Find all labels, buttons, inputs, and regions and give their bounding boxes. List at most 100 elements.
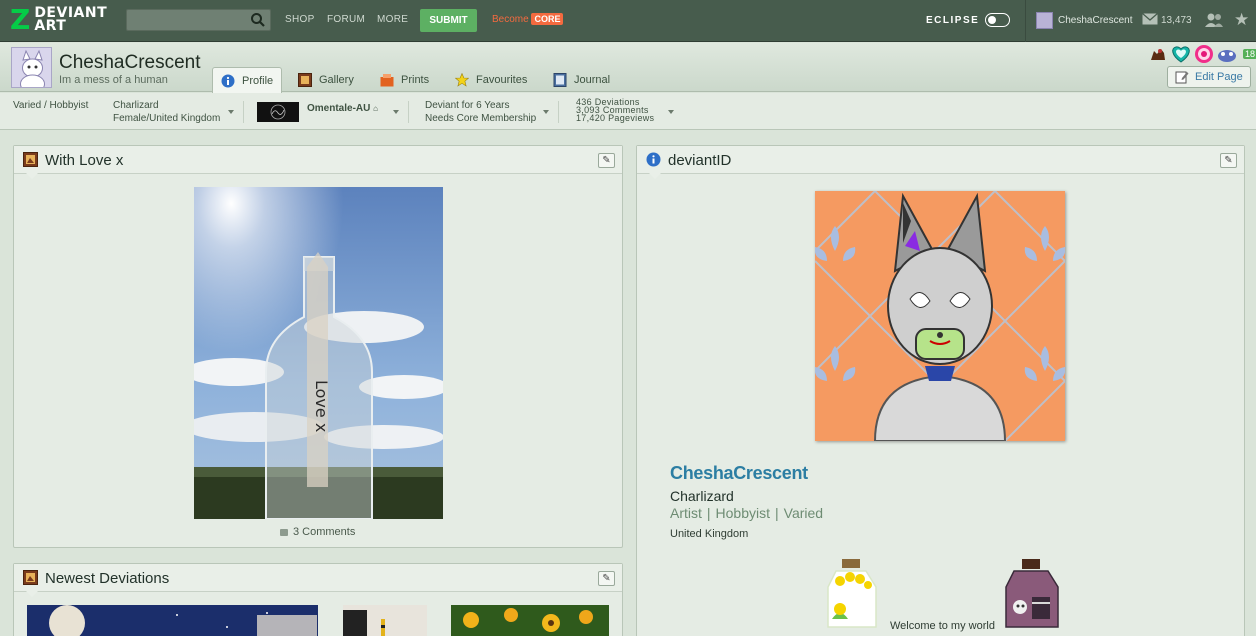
edit-page-button[interactable]: Edit Page [1167,66,1251,88]
deviantid-real-name: Charlizard [670,488,734,504]
stat-counts-block[interactable]: 436 Deviations 3,093 Comments 17,420 Pag… [576,98,654,123]
stat-core-membership: Needs Core Membership [425,113,537,124]
yellow-jar-icon [827,559,877,628]
stat-deviant-for: Deviant for 6 Years [425,100,510,111]
pencil-icon: ✎ [1224,155,1233,166]
watch-icon[interactable] [1204,12,1224,28]
chevron-down-icon[interactable] [393,110,399,114]
tab-journal[interactable]: Journal [545,67,618,92]
deviantid-username[interactable]: CheshaCrescent [670,463,808,484]
user-avatar[interactable] [1036,12,1053,29]
divider [243,101,244,123]
tab-favourites[interactable]: Favourites [447,67,535,92]
role-varied: Varied [783,505,824,521]
prints-icon [380,73,394,86]
panel-title: Newest Deviations [45,570,170,587]
notification-count[interactable]: 13,473 [1161,15,1192,26]
stat-name-block[interactable]: Charlizard Female/United Kingdom [113,99,220,125]
panel-titlebar: Newest Deviations ✎ [14,564,622,592]
space-thumbnail-image [27,605,318,636]
profile-avatar[interactable] [11,47,52,88]
divider [408,101,409,123]
search-icon[interactable] [250,12,266,28]
sunflower-thumbnail-image [451,605,609,636]
deviantid-image[interactable] [815,191,1065,441]
tab-profile[interactable]: Profile [212,67,283,93]
group-home-icon: ⌂ [373,104,378,113]
badge-strip: 18 [1148,44,1256,64]
more-link[interactable]: MORE [377,14,408,25]
newest-deviations-panel: Newest Deviations ✎ [13,563,623,636]
heart-badge-icon[interactable] [1170,44,1192,64]
bee-thumbnail-image [343,605,427,636]
username-link[interactable]: CheshaCrescent [1058,15,1132,26]
shop-link[interactable]: SHOP [285,14,315,25]
deviation-thumbnail[interactable] [451,605,609,636]
role-separator: | [775,505,779,521]
tab-label: Favourites [476,73,528,86]
panel-notch [26,173,38,179]
stat-group-name[interactable]: Omentale-AU ⌂ [307,102,378,115]
edit-page-icon [1175,71,1189,84]
profile-tagline: Im a mess of a human [59,74,168,86]
become-core-link[interactable]: Become CORE [492,13,564,25]
favourites-star-icon[interactable]: ★ [1234,10,1249,30]
featured-image[interactable]: Love x [194,187,443,519]
stat-membership-block[interactable]: Deviant for 6 Years Needs Core Membershi… [425,99,536,125]
chevron-down-icon[interactable] [668,110,674,114]
profile-stats-bar: Varied / Hobbyist Charlizard Female/Unit… [0,93,1256,130]
core-badge: CORE [531,13,564,25]
chevron-down-icon[interactable] [543,110,549,114]
deviantart-z-icon: Z [10,3,31,36]
skull-jar-icon [1005,559,1059,628]
deviantart-logo[interactable]: Z DEVIANT ART [10,6,107,34]
eclipse-label: ECLIPSE [926,15,980,26]
eclipse-toggle[interactable] [985,13,1010,27]
comments-link[interactable]: 3 Comments [280,526,355,538]
pencil-icon: ✎ [602,573,611,584]
featured-deviation-panel: With Love x ✎ Love x 3 Comments [13,145,623,548]
mail-icon[interactable] [1142,13,1158,25]
edit-pencil-button[interactable]: ✎ [598,571,615,586]
deviantid-panel: deviantID ✎ CheshaCrescent Charlizard Ar… [636,145,1245,636]
panel-title: With Love x [45,152,124,169]
wolf-character-image [815,191,1065,441]
comments-count: 3 Comments [293,526,356,538]
deviation-thumbnail[interactable] [27,605,318,636]
role-separator: | [706,505,711,521]
group-name: Omentale-AU [307,103,371,114]
panel-title: deviantID [668,152,732,169]
badge-count[interactable]: 18 [1243,49,1256,59]
profile-username: CheshaCrescent [59,52,201,73]
welcome-text: Welcome to my world [890,620,995,632]
forum-link[interactable]: FORUM [327,14,365,25]
info-icon [646,152,661,167]
tab-label: Prints [401,73,430,86]
submit-button[interactable]: SUBMIT [420,9,477,32]
journal-icon [553,72,567,87]
profile-header: CheshaCrescent Im a mess of a human Prof… [0,43,1256,93]
tab-gallery[interactable]: Gallery [290,67,362,92]
tab-prints[interactable]: Prints [372,67,437,92]
star-icon [455,72,469,87]
group-thumbnail[interactable] [257,102,299,122]
chevron-down-icon[interactable] [228,110,234,114]
panel-notch [649,173,661,179]
logo-text-line2: ART [34,18,67,34]
search-input[interactable] [126,9,271,31]
become-label: Become [492,14,529,25]
info-icon [221,74,235,87]
edit-pencil-button[interactable]: ✎ [598,153,615,168]
pet-badge-icon[interactable] [1216,45,1238,63]
gallery-icon [298,72,312,87]
deviantid-roles: Artist | Hobbyist | Varied [670,505,823,521]
top-navigation-bar: Z DEVIANT ART SHOP FORUM MORE SUBMIT Bec… [0,0,1256,42]
llama-badge-icon[interactable] [1148,45,1168,63]
edit-pencil-button[interactable]: ✎ [1220,153,1237,168]
deviation-thumbnail[interactable] [343,605,427,636]
nav-divider [1025,0,1026,42]
tab-label: Gallery [319,73,354,86]
tab-label: Journal [574,73,611,86]
toggle-knob [988,15,996,24]
heart-badge-pink-icon[interactable] [1194,44,1214,64]
